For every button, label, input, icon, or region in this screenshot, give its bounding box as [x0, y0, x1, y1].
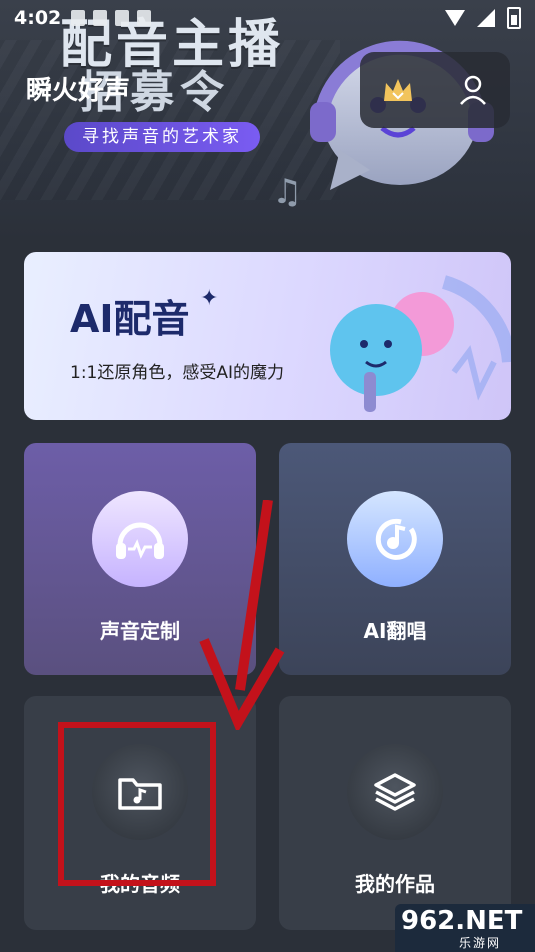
ai-cover-label: AI翻唱: [363, 619, 427, 643]
watermark-subtitle: 乐游网: [459, 936, 502, 950]
notification-icon: [71, 10, 86, 26]
my-works-tile[interactable]: 我的作品: [279, 696, 511, 930]
ai-banner-subtitle: 1:1还原角色，感受AI的魔力: [70, 363, 285, 383]
ai-banner-title: AI配音: [70, 297, 190, 341]
layers-icon: [347, 744, 443, 840]
top-actions-bar: [360, 52, 510, 128]
android-icon: [137, 10, 152, 26]
ai-banner-illustration: [330, 275, 511, 412]
download-icon: [93, 10, 108, 26]
music-disc-icon: [347, 491, 443, 587]
battery-icon: [507, 7, 521, 29]
user-icon[interactable]: [449, 66, 497, 114]
sparkle-icon: ✦: [200, 286, 219, 311]
watermark-logo: 962.NET: [401, 906, 523, 936]
app-name: 瞬火好声: [26, 76, 131, 106]
my-works-label: 我的作品: [355, 872, 435, 896]
wifi-icon: [445, 10, 465, 26]
signal-icon: [477, 9, 495, 27]
annotation-arrow: [199, 500, 285, 730]
status-bar: 4:02: [0, 0, 535, 36]
annotation-highlight-box: [58, 722, 216, 886]
app-notification-icon: [115, 10, 130, 26]
headphones-icon: [92, 491, 188, 587]
watermark: 962.NET 乐游网: [395, 904, 535, 952]
music-note-icon: ♫: [272, 172, 303, 212]
hero-slogan: 寻找声音的艺术家: [64, 122, 260, 152]
status-time: 4:02: [14, 7, 62, 29]
ai-cover-tile[interactable]: AI翻唱: [279, 443, 511, 675]
crown-icon[interactable]: [374, 66, 422, 114]
hero-banner: 配音主播 招募令 瞬火好声 寻找声音的艺术家 ♫: [0, 0, 535, 240]
ai-dubbing-banner[interactable]: AI配音 ✦ 1:1还原角色，感受AI的魔力: [24, 252, 511, 420]
